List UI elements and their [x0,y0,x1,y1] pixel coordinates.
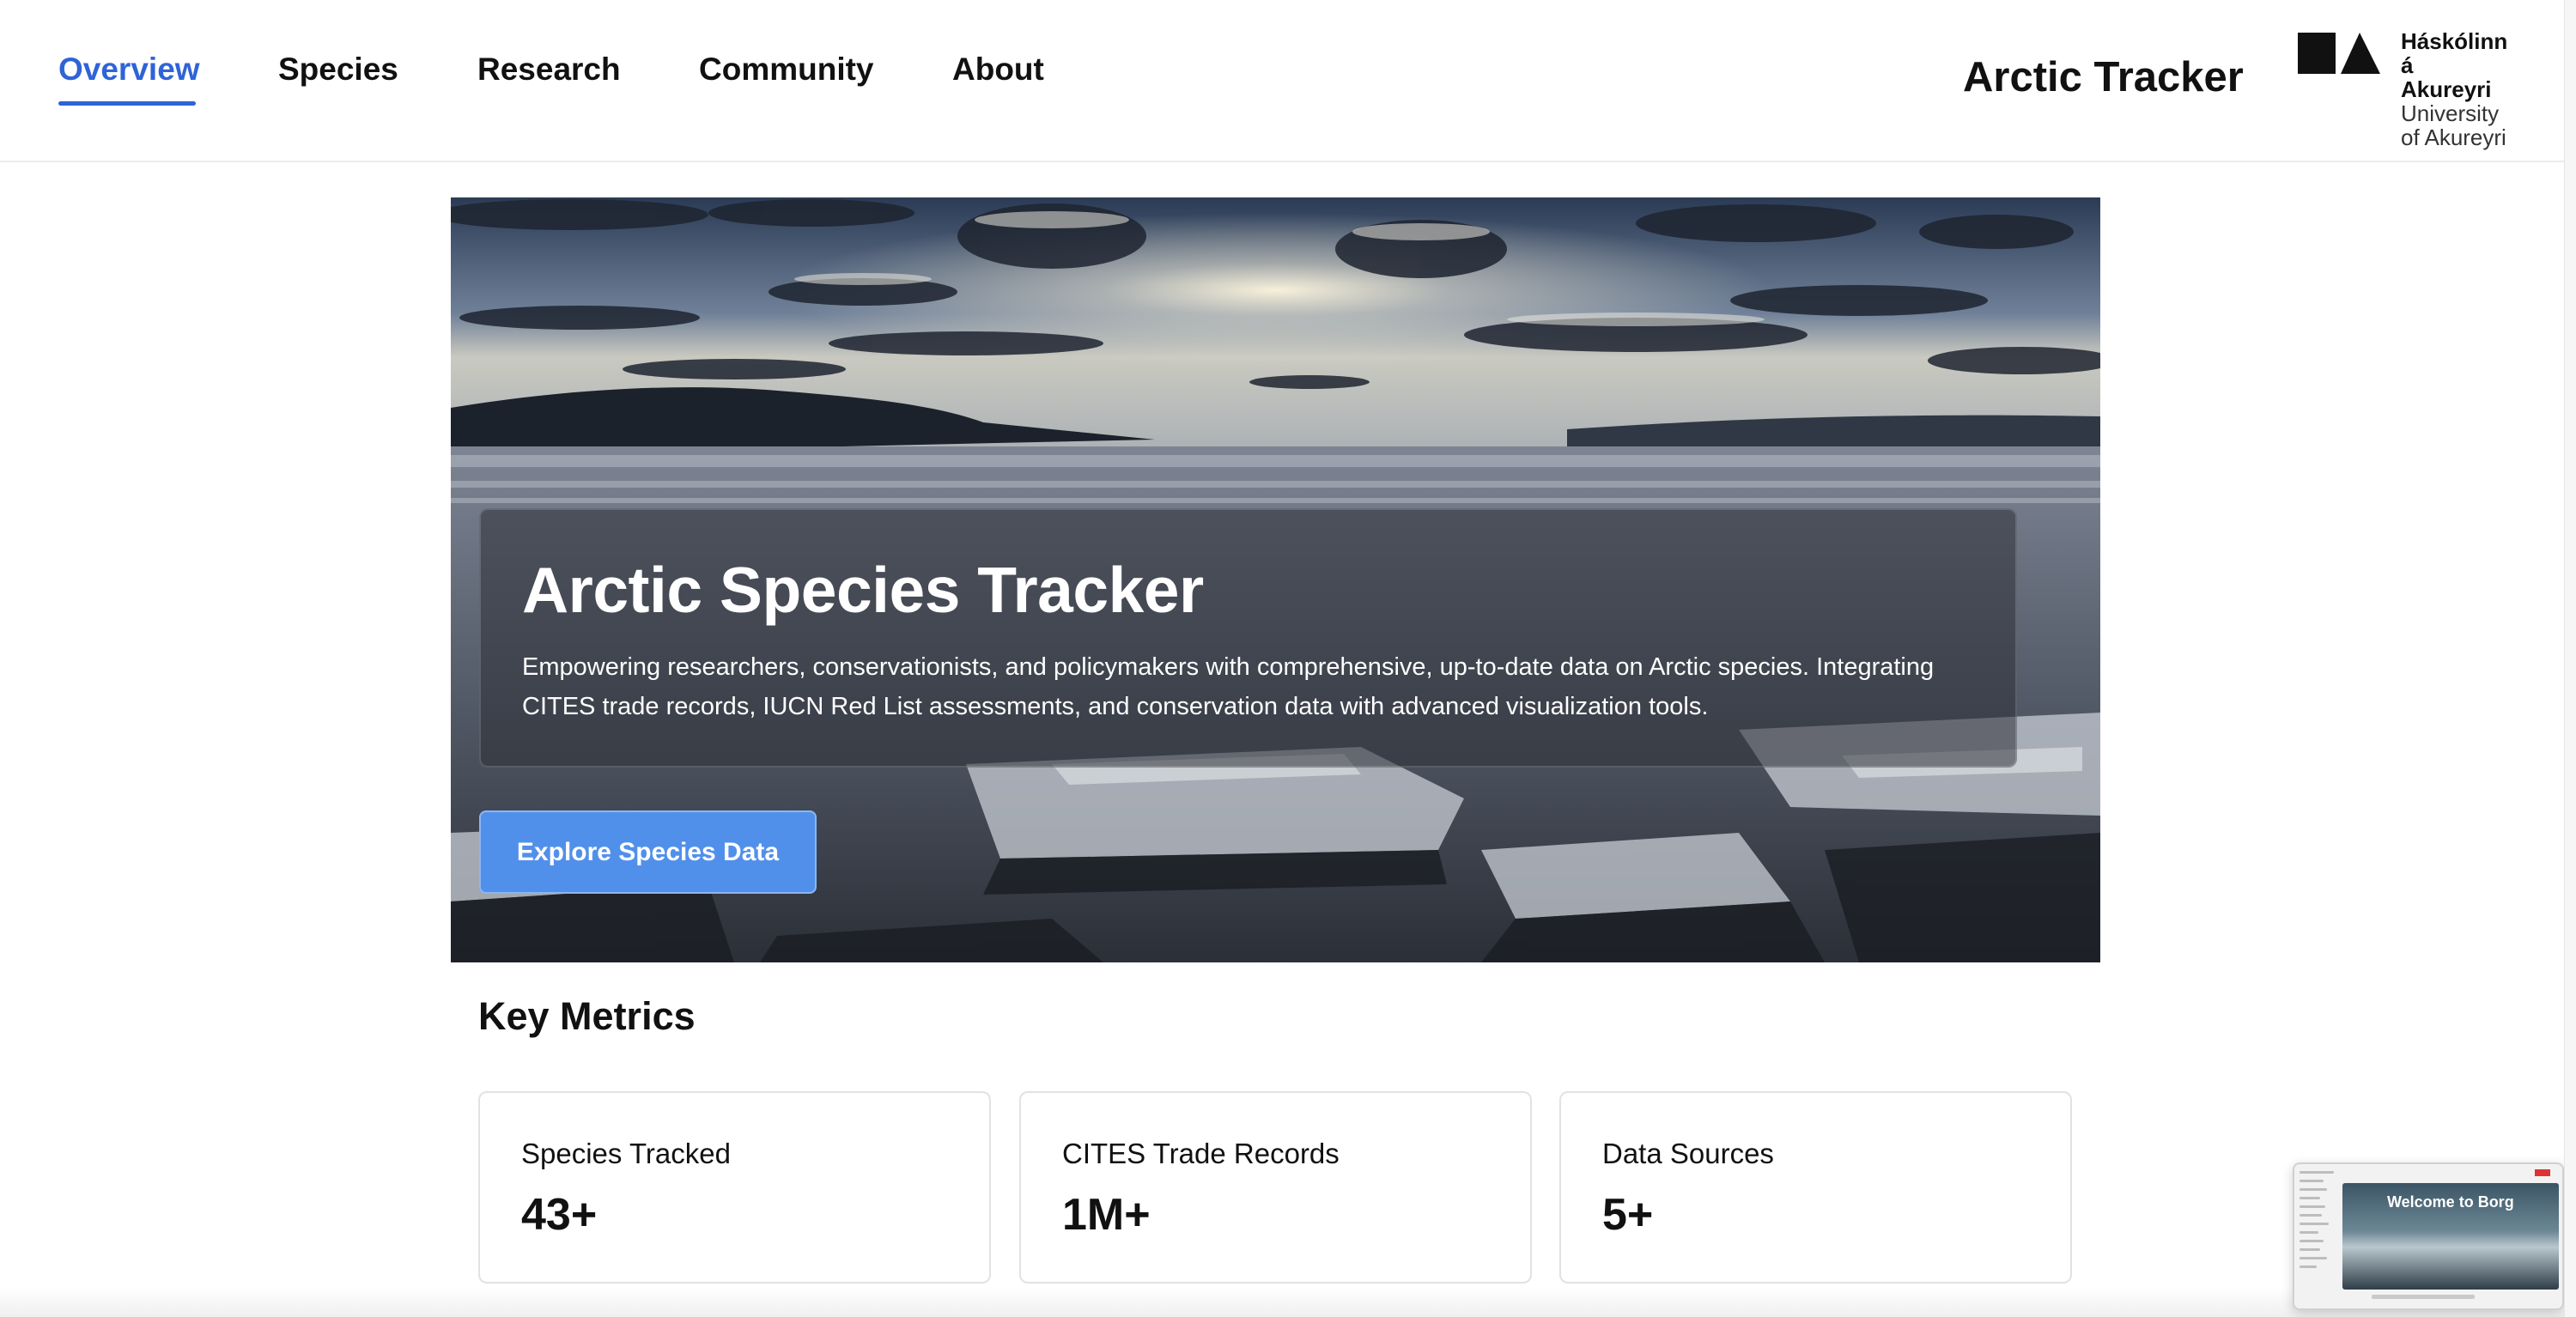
nav-overview[interactable]: Overview [58,52,200,88]
nav-active-indicator [58,101,196,106]
thumbnail-title: Welcome to Borg [2387,1193,2514,1211]
hero-text-panel: Arctic Species Tracker Empowering resear… [479,508,2017,768]
site-title[interactable]: Arctic Tracker [1963,53,2244,101]
metric-label: CITES Trade Records [1062,1138,1340,1169]
page-scrollbar[interactable] [2564,0,2576,1317]
university-name-line: á Akureyri [2401,52,2492,102]
hero-description: Empowering researchers, conservationists… [522,653,1935,720]
thumbnail-logo-icon [2535,1169,2550,1176]
bottom-fade [0,1288,2564,1317]
metric-label: Species Tracked [521,1138,731,1169]
metric-value: 1M+ [1062,1190,1151,1240]
university-logo-mark-icon [2298,33,2380,74]
nav-about[interactable]: About [952,52,1044,88]
university-name-line: University [2401,100,2500,126]
nav-research[interactable]: Research [477,52,621,88]
explore-species-data-button[interactable]: Explore Species Data [479,810,817,894]
hero-banner: Arctic Species Tracker Empowering resear… [451,197,2100,962]
metric-card-species-tracked: Species Tracked 43+ [478,1091,991,1284]
metric-card-data-sources: Data Sources 5+ [1559,1091,2072,1284]
thumbnail-sidebar [2300,1171,2334,1305]
university-name-line: Háskólinn [2401,28,2508,54]
top-navigation-bar: Overview Species Research Community Abou… [0,0,2564,162]
metric-card-cites-trade-records: CITES Trade Records 1M+ [1019,1091,1532,1284]
thumbnail-footer [2372,1295,2475,1299]
metric-label: Data Sources [1602,1138,1774,1169]
metric-value: 5+ [1602,1190,1654,1240]
thumbnail-hero-image: Welcome to Borg [2342,1183,2559,1290]
metric-value: 43+ [521,1190,598,1240]
hero-title: Arctic Species Tracker [522,554,1204,626]
page: Overview Species Research Community Abou… [0,0,2576,1317]
university-logo[interactable]: Háskólinn á Akureyri University of Akure… [2298,29,2507,149]
nav-community[interactable]: Community [699,52,874,88]
university-name: Háskólinn á Akureyri University of Akure… [2401,29,2507,149]
key-metrics-heading: Key Metrics [478,994,696,1038]
university-name-line: of Akureyri [2401,124,2506,150]
nav-species[interactable]: Species [278,52,398,88]
screenshot-thumbnail-preview[interactable]: Welcome to Borg [2293,1162,2564,1310]
